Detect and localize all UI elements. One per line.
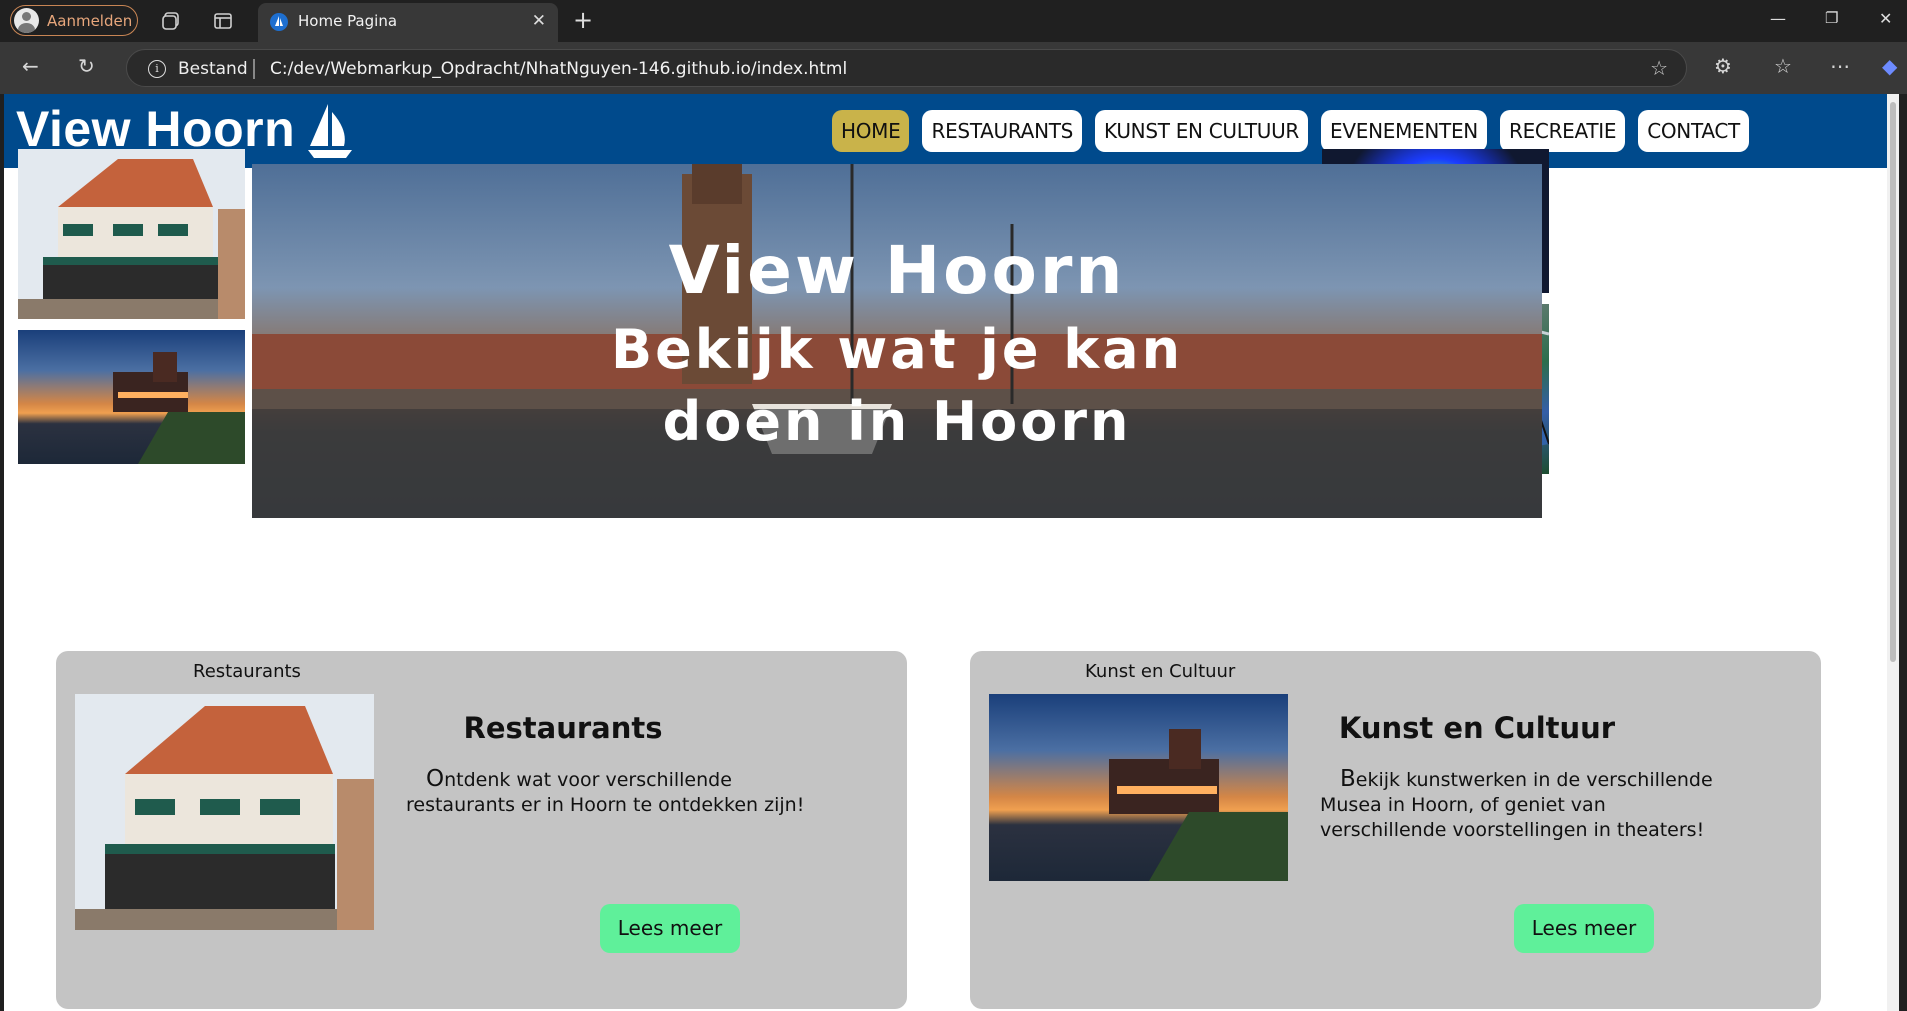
card-text: Ontdenk wat voor verschillende restauran…: [406, 766, 805, 817]
card-text: Bekijk kunstwerken in de verschillende M…: [1320, 766, 1713, 842]
restaurant-building-image: [18, 149, 245, 319]
favorites-icon[interactable]: ☆: [1774, 54, 1792, 78]
nav-kunst-en-cultuur[interactable]: KUNST EN CULTUUR: [1095, 110, 1309, 152]
close-tab-icon[interactable]: ✕: [532, 11, 546, 31]
restaurants-card: Restaurants Restaurants Ontdenk wat voor…: [56, 651, 907, 1009]
profile-label: Aanmelden: [47, 11, 133, 30]
tab-actions-icon[interactable]: [212, 10, 234, 32]
copilot-icon[interactable]: ◆: [1882, 54, 1897, 78]
theater-image: [18, 330, 245, 464]
tab-home-pagina[interactable]: Home Pagina ✕: [258, 3, 558, 42]
more-options-icon[interactable]: ⋯: [1830, 54, 1850, 78]
browser-tab-bar: Aanmelden Home Pagina ✕ + — ❐ ✕: [0, 0, 1907, 42]
extensions-icon[interactable]: ⚙: [1714, 54, 1732, 78]
lees-meer-button[interactable]: Lees meer: [600, 904, 740, 953]
card-caption: Restaurants: [193, 661, 301, 682]
restore-icon[interactable]: ❐: [1825, 9, 1838, 27]
minimize-icon[interactable]: —: [1770, 9, 1786, 28]
workspaces-icon[interactable]: [160, 10, 182, 32]
theater-card-image: [989, 694, 1288, 881]
new-tab-icon[interactable]: +: [573, 6, 593, 34]
back-icon[interactable]: ←: [22, 54, 39, 78]
info-icon[interactable]: i: [148, 60, 166, 78]
url-text[interactable]: C:/dev/Webmarkup_Opdracht/NhatNguyen-146…: [270, 59, 847, 79]
address-scheme-label: Bestand: [178, 59, 248, 79]
page-scrollbar[interactable]: [1887, 94, 1899, 1011]
kunst-cultuur-card: Kunst en Cultuur Kunst en Cultuur Bekijk…: [970, 651, 1821, 1009]
nav-restaurants[interactable]: RESTAURANTS: [922, 110, 1083, 152]
sailboat-favicon-icon: [270, 13, 288, 31]
hero-title: View Hoorn: [668, 232, 1126, 309]
web-page: View Hoorn HOME RESTAURANTS KUNST EN CUL…: [4, 94, 1899, 1011]
profile-button[interactable]: Aanmelden: [10, 5, 138, 36]
main-nav: HOME RESTAURANTS KUNST EN CULTUUR EVENEM…: [832, 110, 1749, 152]
favorite-star-icon[interactable]: ☆: [1650, 56, 1668, 80]
nav-contact[interactable]: CONTACT: [1638, 110, 1749, 152]
hero-banner: View Hoorn Bekijk wat je kan doen in Hoo…: [252, 164, 1542, 518]
address-divider: [253, 59, 255, 79]
nav-home[interactable]: HOME: [832, 110, 910, 152]
sailboat-logo-icon: [308, 104, 352, 158]
avatar-icon: [14, 8, 39, 33]
card-heading: Restaurants: [463, 711, 663, 745]
site-header: View Hoorn HOME RESTAURANTS KUNST EN CUL…: [4, 94, 1899, 168]
close-window-icon[interactable]: ✕: [1879, 9, 1892, 28]
refresh-icon[interactable]: ↻: [78, 54, 95, 78]
card-caption: Kunst en Cultuur: [1085, 661, 1236, 682]
nav-evenementen[interactable]: EVENEMENTEN: [1321, 110, 1487, 152]
restaurant-card-image: [75, 694, 374, 930]
browser-toolbar: ← ↻ i Bestand C:/dev/Webmarkup_Opdracht/…: [0, 42, 1907, 94]
scrollbar-thumb[interactable]: [1890, 102, 1896, 662]
tab-title: Home Pagina: [298, 12, 398, 30]
card-heading: Kunst en Cultuur: [1338, 711, 1616, 745]
lees-meer-button[interactable]: Lees meer: [1514, 904, 1654, 953]
address-bar[interactable]: i Bestand C:/dev/Webmarkup_Opdracht/Nhat…: [126, 49, 1687, 87]
nav-recreatie[interactable]: RECREATIE: [1499, 110, 1626, 152]
hero-subtitle: Bekijk wat je kan doen in Hoorn: [610, 318, 1184, 453]
